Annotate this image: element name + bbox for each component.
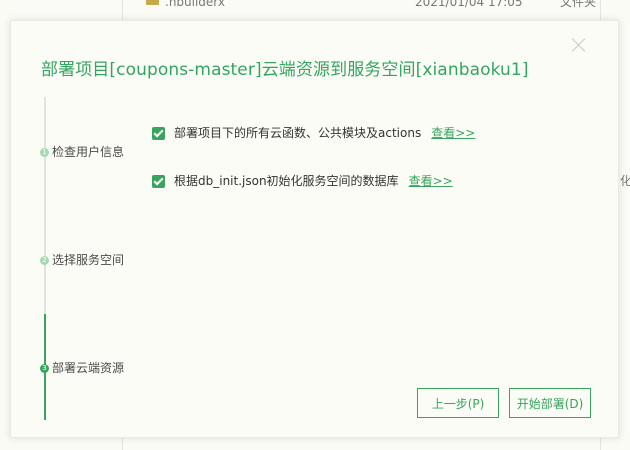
previous-button[interactable]: 上一步(P) <box>417 388 499 418</box>
step-label: 部署云端资源 <box>52 361 125 375</box>
file-date: 2021/01/04 17:05 <box>415 0 523 9</box>
init-db-option: 根据db_init.json初始化服务空间的数据库 查看>> <box>152 174 453 189</box>
dialog-title: 部署项目[coupons-master]云端资源到服务空间[xianbaoku1… <box>41 60 529 80</box>
option-label: 根据db_init.json初始化服务空间的数据库 <box>174 174 399 188</box>
view-functions-link[interactable]: 查看>> <box>431 126 475 140</box>
file-row[interactable]: .hbuilderx 2021/01/04 17:05 文件夹 <box>128 0 628 10</box>
step-number: 3 <box>40 364 49 373</box>
close-icon[interactable] <box>571 37 587 53</box>
file-name: .hbuilderx <box>165 0 226 9</box>
step-number: 2 <box>40 256 49 265</box>
step-label: 选择服务空间 <box>52 253 125 267</box>
view-db-link[interactable]: 查看>> <box>409 174 453 188</box>
file-type: 文件夹 <box>560 0 597 9</box>
deploy-functions-option: 部署项目下的所有云函数、公共模块及actions 查看>> <box>152 126 475 141</box>
step-check-user: 1 检查用户信息 <box>40 143 124 160</box>
folder-icon <box>146 0 159 5</box>
init-db-checkbox[interactable] <box>152 175 165 188</box>
step-select-space: 2 选择服务空间 <box>40 251 124 268</box>
option-label: 部署项目下的所有云函数、公共模块及actions <box>174 126 422 140</box>
step-number: 1 <box>40 148 49 157</box>
step-label: 检查用户信息 <box>52 145 125 159</box>
background-peek-text: 化 <box>620 174 630 188</box>
start-deploy-button[interactable]: 开始部署(D) <box>509 388 591 418</box>
deploy-functions-checkbox[interactable] <box>152 127 165 140</box>
deploy-dialog: 部署项目[coupons-master]云端资源到服务空间[xianbaoku1… <box>10 20 619 438</box>
step-deploy: 3 部署云端资源 <box>40 359 124 376</box>
